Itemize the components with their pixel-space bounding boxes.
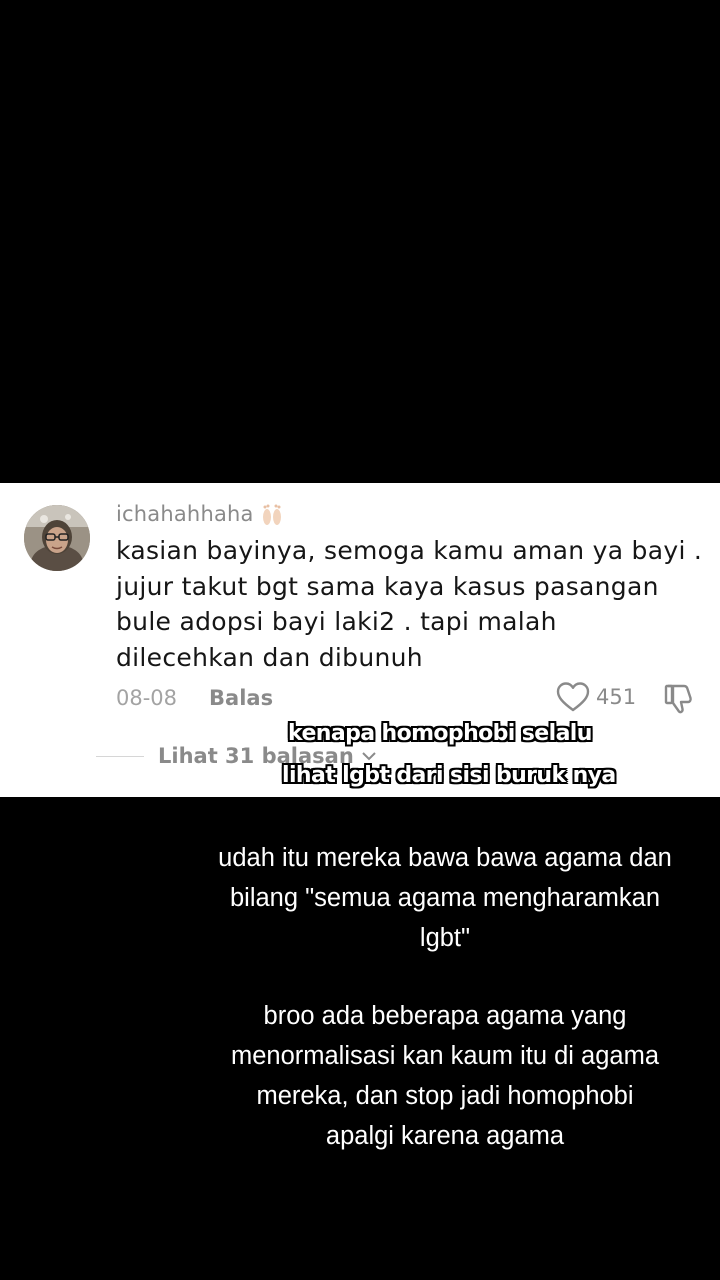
reply-button[interactable]: Balas bbox=[209, 686, 273, 710]
like-button[interactable]: 451 bbox=[556, 681, 636, 713]
caption-line: menormalisasi kan kaum itu di agama bbox=[230, 1042, 660, 1070]
comment-text-line: kasian bayinya, semoga kamu aman ya bayi… bbox=[116, 536, 703, 565]
comment-meta: 08-08 Balas bbox=[116, 683, 273, 713]
divider bbox=[96, 755, 144, 757]
chevron-down-icon bbox=[362, 752, 376, 761]
avatar[interactable] bbox=[24, 505, 90, 571]
feet-icon bbox=[262, 504, 281, 525]
caption-line: mereka, dan stop jadi homophobi bbox=[256, 1082, 634, 1110]
caption-line: apalgi karena agama bbox=[325, 1122, 565, 1150]
caption-line: lgbt" bbox=[419, 924, 471, 952]
comment-text-line: bule adopsi bayi laki2 . tapi malah bbox=[116, 607, 557, 636]
avatar-image bbox=[24, 505, 90, 571]
comment-text-line: dilecehkan dan dibunuh bbox=[116, 642, 423, 672]
caption-line: broo ada beberapa agama yang bbox=[263, 1002, 627, 1030]
comment-date: 08-08 bbox=[116, 686, 178, 710]
comment-card: ichahahhaha kasian bayinya, semoga kamu … bbox=[0, 483, 720, 797]
username-row: ichahahhaha bbox=[116, 499, 286, 529]
comment-text-line: jujur takut bgt sama kaya kasus pasangan bbox=[116, 571, 659, 601]
video-caption: udah itu mereka bawa bawa agama dan bila… bbox=[190, 838, 700, 1156]
overlay-text-sticker: kenapa homophobi selalu bbox=[288, 721, 592, 746]
overlay-text-sticker: lihat lgbt dari sisi buruk nya bbox=[282, 763, 616, 788]
comment-username[interactable]: ichahahhaha bbox=[116, 502, 254, 526]
like-count: 451 bbox=[596, 685, 637, 709]
caption-line: udah itu mereka bawa bawa agama dan bbox=[218, 844, 672, 872]
caption-line: bilang "semua agama mengharamkan bbox=[229, 884, 661, 912]
comment-text: kasian bayinya, semoga kamu aman ya bayi… bbox=[116, 533, 706, 675]
dislike-icon[interactable] bbox=[662, 682, 696, 716]
heart-icon bbox=[556, 682, 590, 712]
